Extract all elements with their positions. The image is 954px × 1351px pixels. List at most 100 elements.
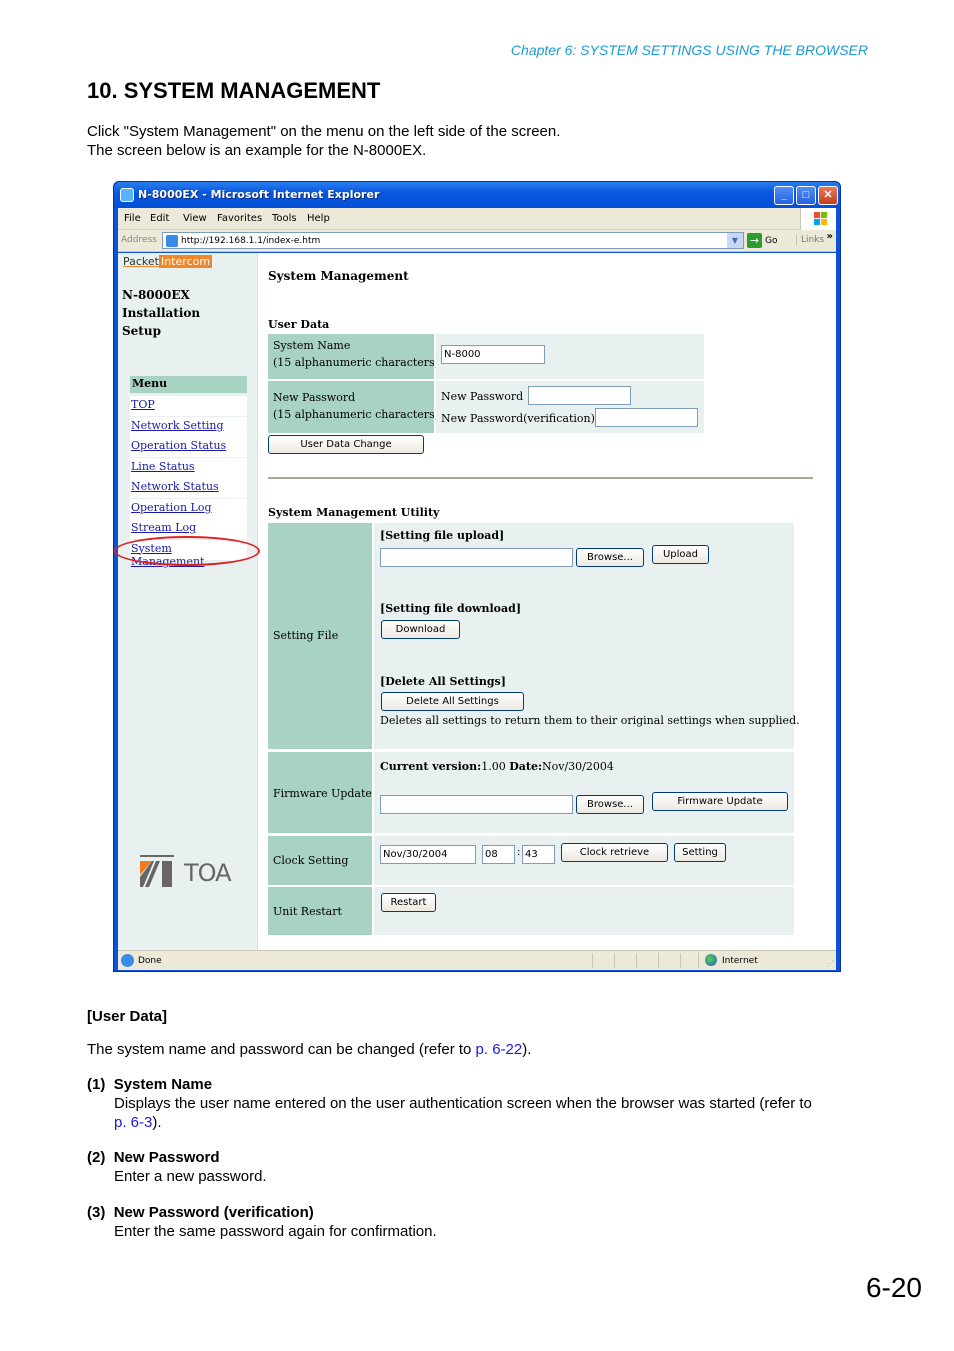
product-line: Setup bbox=[122, 324, 161, 338]
new-password-label: New Password bbox=[441, 390, 524, 403]
status-divider bbox=[614, 953, 615, 968]
go-arrow-icon: → bbox=[747, 233, 762, 248]
clock-setting-button[interactable]: Setting bbox=[674, 843, 726, 862]
system-name-input[interactable] bbox=[441, 345, 545, 364]
firmware-label-cell: Firmware Update bbox=[268, 752, 372, 833]
status-divider bbox=[680, 953, 681, 968]
toa-text: TOA bbox=[184, 859, 232, 887]
menu-bar: File Edit View Favorites Tools Help bbox=[118, 208, 836, 230]
menu-edit[interactable]: Edit bbox=[150, 213, 169, 224]
delete-note: Deletes all settings to return them to t… bbox=[380, 714, 800, 727]
clock-label: Clock Setting bbox=[273, 854, 349, 867]
upload-file-input[interactable] bbox=[380, 548, 573, 567]
page-icon bbox=[166, 235, 178, 247]
sidebar-item-network-status[interactable]: Network Status bbox=[130, 478, 247, 498]
page-ref-link[interactable]: p. 6-22 bbox=[476, 1041, 523, 1058]
go-button[interactable]: → Go bbox=[747, 233, 777, 248]
item-number: (1) bbox=[87, 1076, 106, 1093]
status-divider bbox=[592, 953, 593, 968]
restart-value-cell: Restart bbox=[374, 887, 794, 935]
restart-button[interactable]: Restart bbox=[381, 893, 436, 912]
sidebar: Packet Intercom N-8000EX Installation Set… bbox=[114, 253, 260, 950]
user-data-change-button[interactable]: User Data Change bbox=[268, 435, 424, 454]
section-title: 10. SYSTEM MANAGEMENT bbox=[87, 78, 381, 103]
toa-mark-icon bbox=[140, 855, 174, 887]
item-title: New Password (verification) bbox=[113, 1204, 314, 1221]
sidebar-item-line-status[interactable]: Line Status bbox=[130, 457, 247, 478]
date-label: Date: bbox=[509, 760, 543, 773]
links-button[interactable]: Links bbox=[796, 235, 824, 245]
maximize-button[interactable]: □ bbox=[796, 186, 816, 205]
menu-view[interactable]: View bbox=[183, 213, 207, 224]
system-name-value-cell bbox=[436, 334, 704, 379]
desc-text: ). bbox=[522, 1041, 532, 1058]
user-data-section-heading: [User Data] bbox=[87, 1008, 168, 1025]
item-title: New Password bbox=[113, 1149, 220, 1166]
password-label-cell: New Password (15 alphanumeric characters… bbox=[268, 381, 439, 433]
password-value-cell: New Password New Password(verification) bbox=[436, 381, 704, 433]
system-name-label-cell: System Name (15 alphanumeric characters) bbox=[268, 334, 439, 379]
clock-date-input[interactable] bbox=[380, 845, 476, 864]
firmware-update-button[interactable]: Firmware Update bbox=[652, 792, 788, 811]
menu-help[interactable]: Help bbox=[307, 213, 330, 224]
item-text: Enter the same password again for confir… bbox=[114, 1223, 437, 1240]
address-label: Address bbox=[121, 235, 157, 245]
clock-hour-input[interactable] bbox=[482, 845, 515, 864]
chevron-down-icon[interactable]: ▼ bbox=[727, 233, 743, 248]
upload-button[interactable]: Upload bbox=[652, 545, 709, 564]
window-title: N-8000EX - Microsoft Internet Explorer bbox=[138, 188, 380, 201]
upload-heading: [Setting file upload] bbox=[380, 529, 505, 542]
page-ref-link[interactable]: p. 6-3 bbox=[114, 1114, 152, 1131]
go-label: Go bbox=[765, 235, 778, 246]
sidebar-item-network-setting[interactable]: Network Setting bbox=[130, 416, 247, 437]
address-input[interactable]: http://192.168.1.1/index-e.htm ▼ bbox=[162, 232, 744, 249]
firmware-version-line: Current version:1.00 Date:Nov/30/2004 bbox=[380, 760, 614, 773]
item-text: ). bbox=[152, 1114, 162, 1131]
sidebar-item-operation-log[interactable]: Operation Log bbox=[130, 498, 247, 519]
title-bar[interactable]: N-8000EX - Microsoft Internet Explorer _… bbox=[114, 182, 840, 208]
restart-label: Unit Restart bbox=[273, 905, 342, 918]
setting-file-value-cell: [Setting file upload] Browse... Upload [… bbox=[374, 523, 800, 749]
setting-file-label-cell: Setting File bbox=[268, 523, 372, 749]
new-password-input[interactable] bbox=[528, 386, 631, 405]
browse-firmware-button[interactable]: Browse... bbox=[576, 795, 644, 814]
menu-heading: Menu bbox=[130, 376, 247, 393]
sidebar-item-top[interactable]: TOP bbox=[130, 396, 247, 416]
product-line: Installation bbox=[122, 306, 201, 320]
clock-separator: : bbox=[517, 847, 521, 858]
sidebar-item-operation-status[interactable]: Operation Status bbox=[130, 437, 247, 457]
item-number: (2) bbox=[87, 1149, 106, 1166]
verify-password-input[interactable] bbox=[595, 408, 698, 427]
restart-label-cell: Unit Restart bbox=[268, 887, 372, 935]
divider bbox=[268, 477, 813, 479]
user-data-description: The system name and password can be chan… bbox=[87, 1040, 531, 1059]
menu-tools[interactable]: Tools bbox=[272, 213, 297, 224]
firmware-label: Firmware Update bbox=[273, 787, 372, 800]
delete-heading: [Delete All Settings] bbox=[380, 675, 506, 688]
clock-minute-input[interactable] bbox=[522, 845, 555, 864]
password-label: New Password bbox=[273, 391, 356, 404]
resize-grip[interactable]: ⋰ bbox=[826, 959, 834, 968]
minimize-button[interactable]: _ bbox=[774, 186, 794, 205]
zone-text: Internet bbox=[722, 956, 758, 966]
menu-file[interactable]: File bbox=[124, 213, 141, 224]
item-text: Enter a new password. bbox=[114, 1168, 267, 1185]
clock-retrieve-button[interactable]: Clock retrieve bbox=[561, 843, 668, 862]
download-button[interactable]: Download bbox=[381, 620, 460, 639]
browse-upload-button[interactable]: Browse... bbox=[576, 548, 644, 567]
intro-line: The screen below is an example for the N… bbox=[87, 142, 427, 159]
current-version-label: Current version: bbox=[380, 760, 482, 773]
status-divider bbox=[636, 953, 637, 968]
brand-packet: Packet bbox=[123, 255, 159, 268]
firmware-file-input[interactable] bbox=[380, 795, 573, 814]
address-bar: Address http://192.168.1.1/index-e.htm ▼… bbox=[118, 230, 836, 252]
product-title: N-8000EX Installation Setup bbox=[122, 286, 200, 340]
delete-all-settings-button[interactable]: Delete All Settings bbox=[381, 692, 524, 711]
system-name-hint: (15 alphanumeric characters) bbox=[273, 356, 439, 369]
globe-icon bbox=[705, 954, 717, 966]
close-button[interactable]: ✕ bbox=[818, 186, 838, 205]
intro-text: Click "System Management" on the menu on… bbox=[87, 122, 560, 160]
download-heading: [Setting file download] bbox=[380, 602, 522, 615]
menu-favorites[interactable]: Favorites bbox=[217, 213, 262, 224]
chevron-more-icon[interactable]: » bbox=[827, 231, 833, 242]
